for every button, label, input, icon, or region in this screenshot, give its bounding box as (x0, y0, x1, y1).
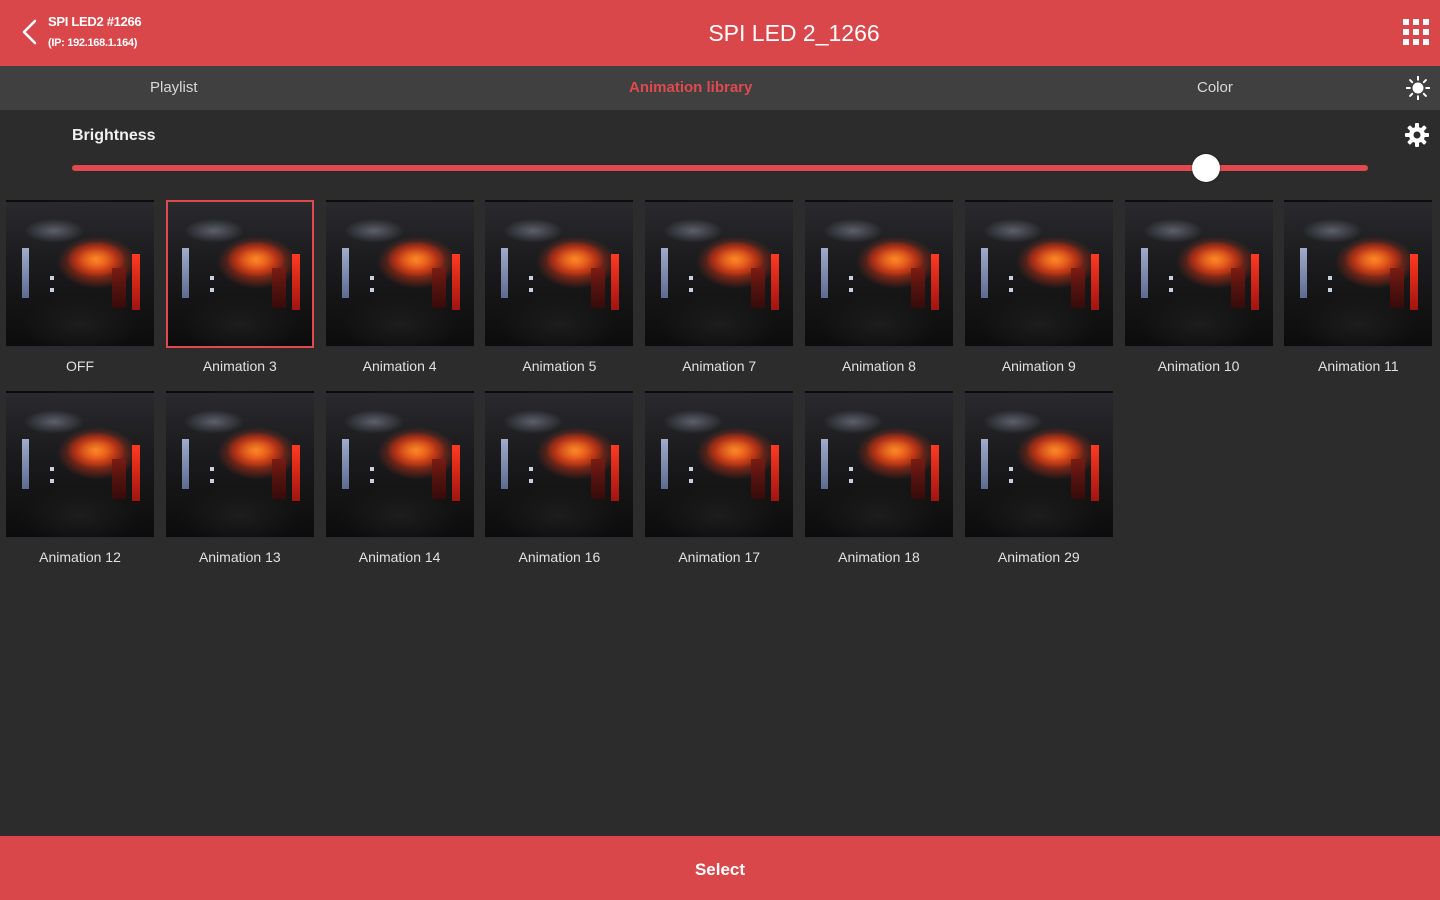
device-name: SPI LED2 #1266 (48, 14, 142, 29)
animation-label: Animation 9 (1001, 358, 1076, 374)
animation-label: Animation 17 (678, 549, 761, 565)
animation-label: Animation 7 (682, 358, 757, 374)
animation-label: Animation 18 (838, 549, 920, 565)
apps-menu-button[interactable] (1402, 18, 1430, 46)
select-button[interactable]: Select (0, 836, 1440, 900)
animation-label: Animation 4 (362, 358, 437, 374)
animation-label: Animation 29 (997, 549, 1080, 565)
device-info: SPI LED2 #1266 (IP: 192.168.1.164) (48, 14, 142, 49)
animation-tile[interactable]: Animation 3 (165, 200, 314, 382)
grid-icon (1403, 19, 1429, 45)
animation-tile[interactable]: Animation 17 (645, 391, 793, 573)
animation-thumbnail (965, 200, 1113, 348)
animation-thumbnail (805, 391, 953, 539)
animation-tile[interactable]: Animation 9 (965, 200, 1113, 382)
animation-tile[interactable]: Animation 5 (485, 200, 633, 382)
animation-tile[interactable]: Animation 14 (326, 391, 474, 573)
tab-color[interactable]: Color (1197, 66, 1233, 110)
app-header: SPI LED2 #1266 (IP: 192.168.1.164) SPI L… (0, 0, 1440, 66)
animation-label: Animation 10 (1157, 358, 1240, 374)
animation-grid: OFF Animation 3 Animation 4 Animation 5 … (6, 200, 1436, 573)
brightness-slider-thumb[interactable] (1192, 154, 1220, 182)
animation-thumbnail (1284, 200, 1432, 348)
animation-label: OFF (66, 358, 94, 374)
animation-thumbnail (645, 391, 793, 539)
animation-label: Animation 12 (39, 549, 121, 565)
page-title: SPI LED 2_1266 (708, 20, 880, 46)
animation-thumbnail (965, 391, 1113, 539)
animation-tile[interactable]: Animation 4 (326, 200, 474, 382)
animation-tile[interactable]: Animation 10 (1125, 200, 1273, 382)
animation-thumbnail (166, 391, 314, 539)
animation-tile[interactable]: OFF (6, 200, 154, 382)
animation-label: Animation 13 (198, 549, 281, 565)
animation-thumbnail (165, 200, 314, 348)
animation-label: Animation 11 (1318, 358, 1399, 374)
gear-icon (1405, 123, 1429, 147)
animation-label: Animation 14 (358, 549, 441, 565)
tab-playlist[interactable]: Playlist (150, 66, 198, 110)
animation-tile[interactable]: Animation 7 (645, 200, 793, 382)
animation-tile[interactable]: Animation 29 (965, 391, 1113, 573)
animation-label: Animation 5 (522, 358, 597, 374)
animation-label: Animation 16 (518, 549, 601, 565)
animation-tile[interactable]: Animation 18 (805, 391, 953, 573)
animation-thumbnail (6, 200, 154, 348)
animation-thumbnail (1125, 200, 1273, 348)
animation-tile[interactable]: Animation 11 (1284, 200, 1432, 382)
sun-icon (1405, 75, 1431, 101)
brightness-label: Brightness (72, 127, 156, 144)
brightness-toggle-button[interactable] (1405, 75, 1431, 101)
animation-label: Animation 3 (202, 358, 277, 374)
animation-label: Animation 8 (842, 358, 916, 374)
page-title-wrap: SPI LED 2_1266 (0, 20, 1440, 47)
settings-button[interactable] (1404, 122, 1430, 148)
animation-thumbnail (485, 200, 633, 348)
chevron-left-icon (22, 19, 37, 45)
brightness-slider-track (72, 165, 1368, 171)
animation-tile[interactable]: Animation 8 (805, 200, 953, 382)
tab-animation-library[interactable]: Animation library (629, 66, 752, 110)
back-button[interactable] (18, 18, 44, 46)
animation-thumbnail (485, 391, 633, 539)
animation-thumbnail (6, 391, 154, 539)
device-ip: (IP: 192.168.1.164) (48, 37, 138, 49)
animation-tile[interactable]: Animation 12 (6, 391, 154, 573)
animation-thumbnail (805, 200, 953, 348)
tab-bar: Playlist Animation library Color (0, 66, 1440, 110)
brightness-slider[interactable] (72, 154, 1368, 182)
animation-thumbnail (645, 200, 793, 348)
animation-thumbnail (326, 200, 474, 348)
animation-thumbnail (326, 391, 474, 539)
animation-tile[interactable]: Animation 13 (166, 391, 314, 573)
animation-tile[interactable]: Animation 16 (485, 391, 633, 573)
